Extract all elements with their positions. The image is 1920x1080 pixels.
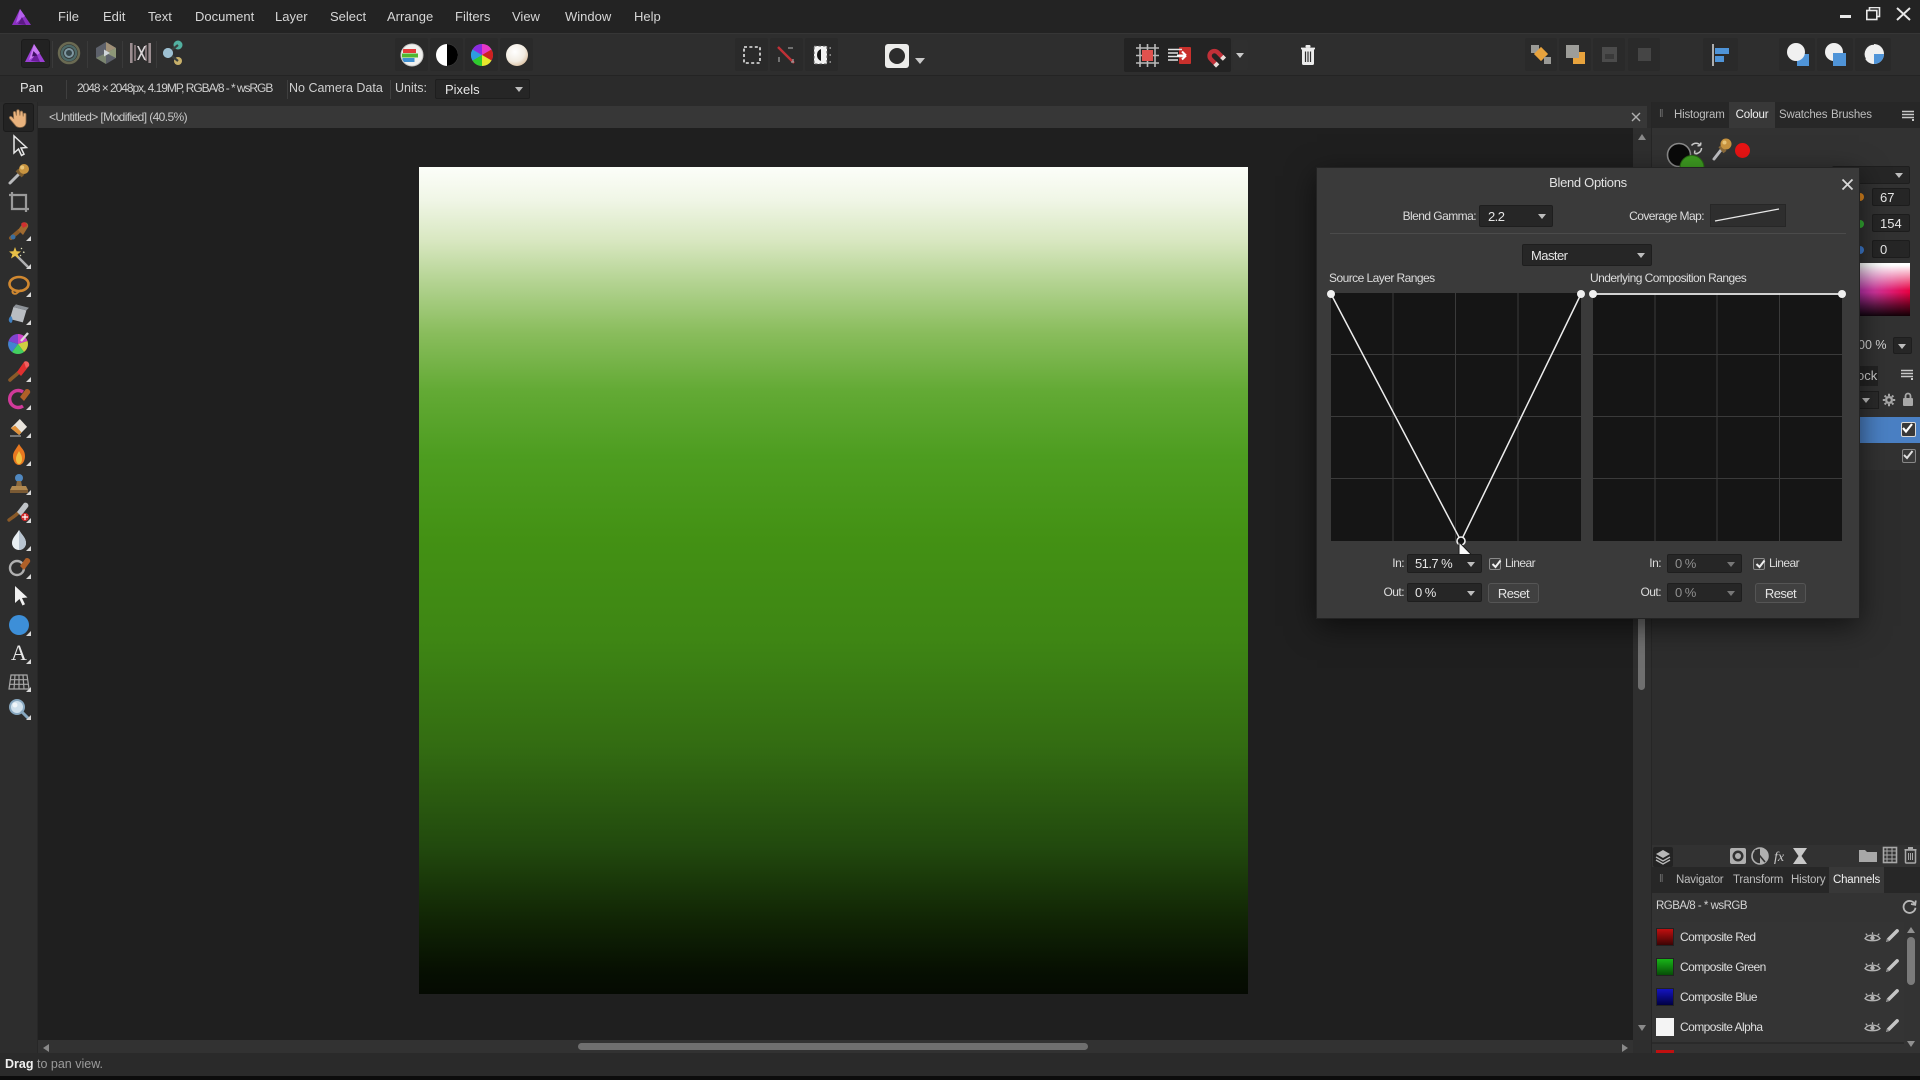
svg-text:fx: fx (1774, 850, 1785, 864)
svg-text:A: A (11, 641, 27, 665)
